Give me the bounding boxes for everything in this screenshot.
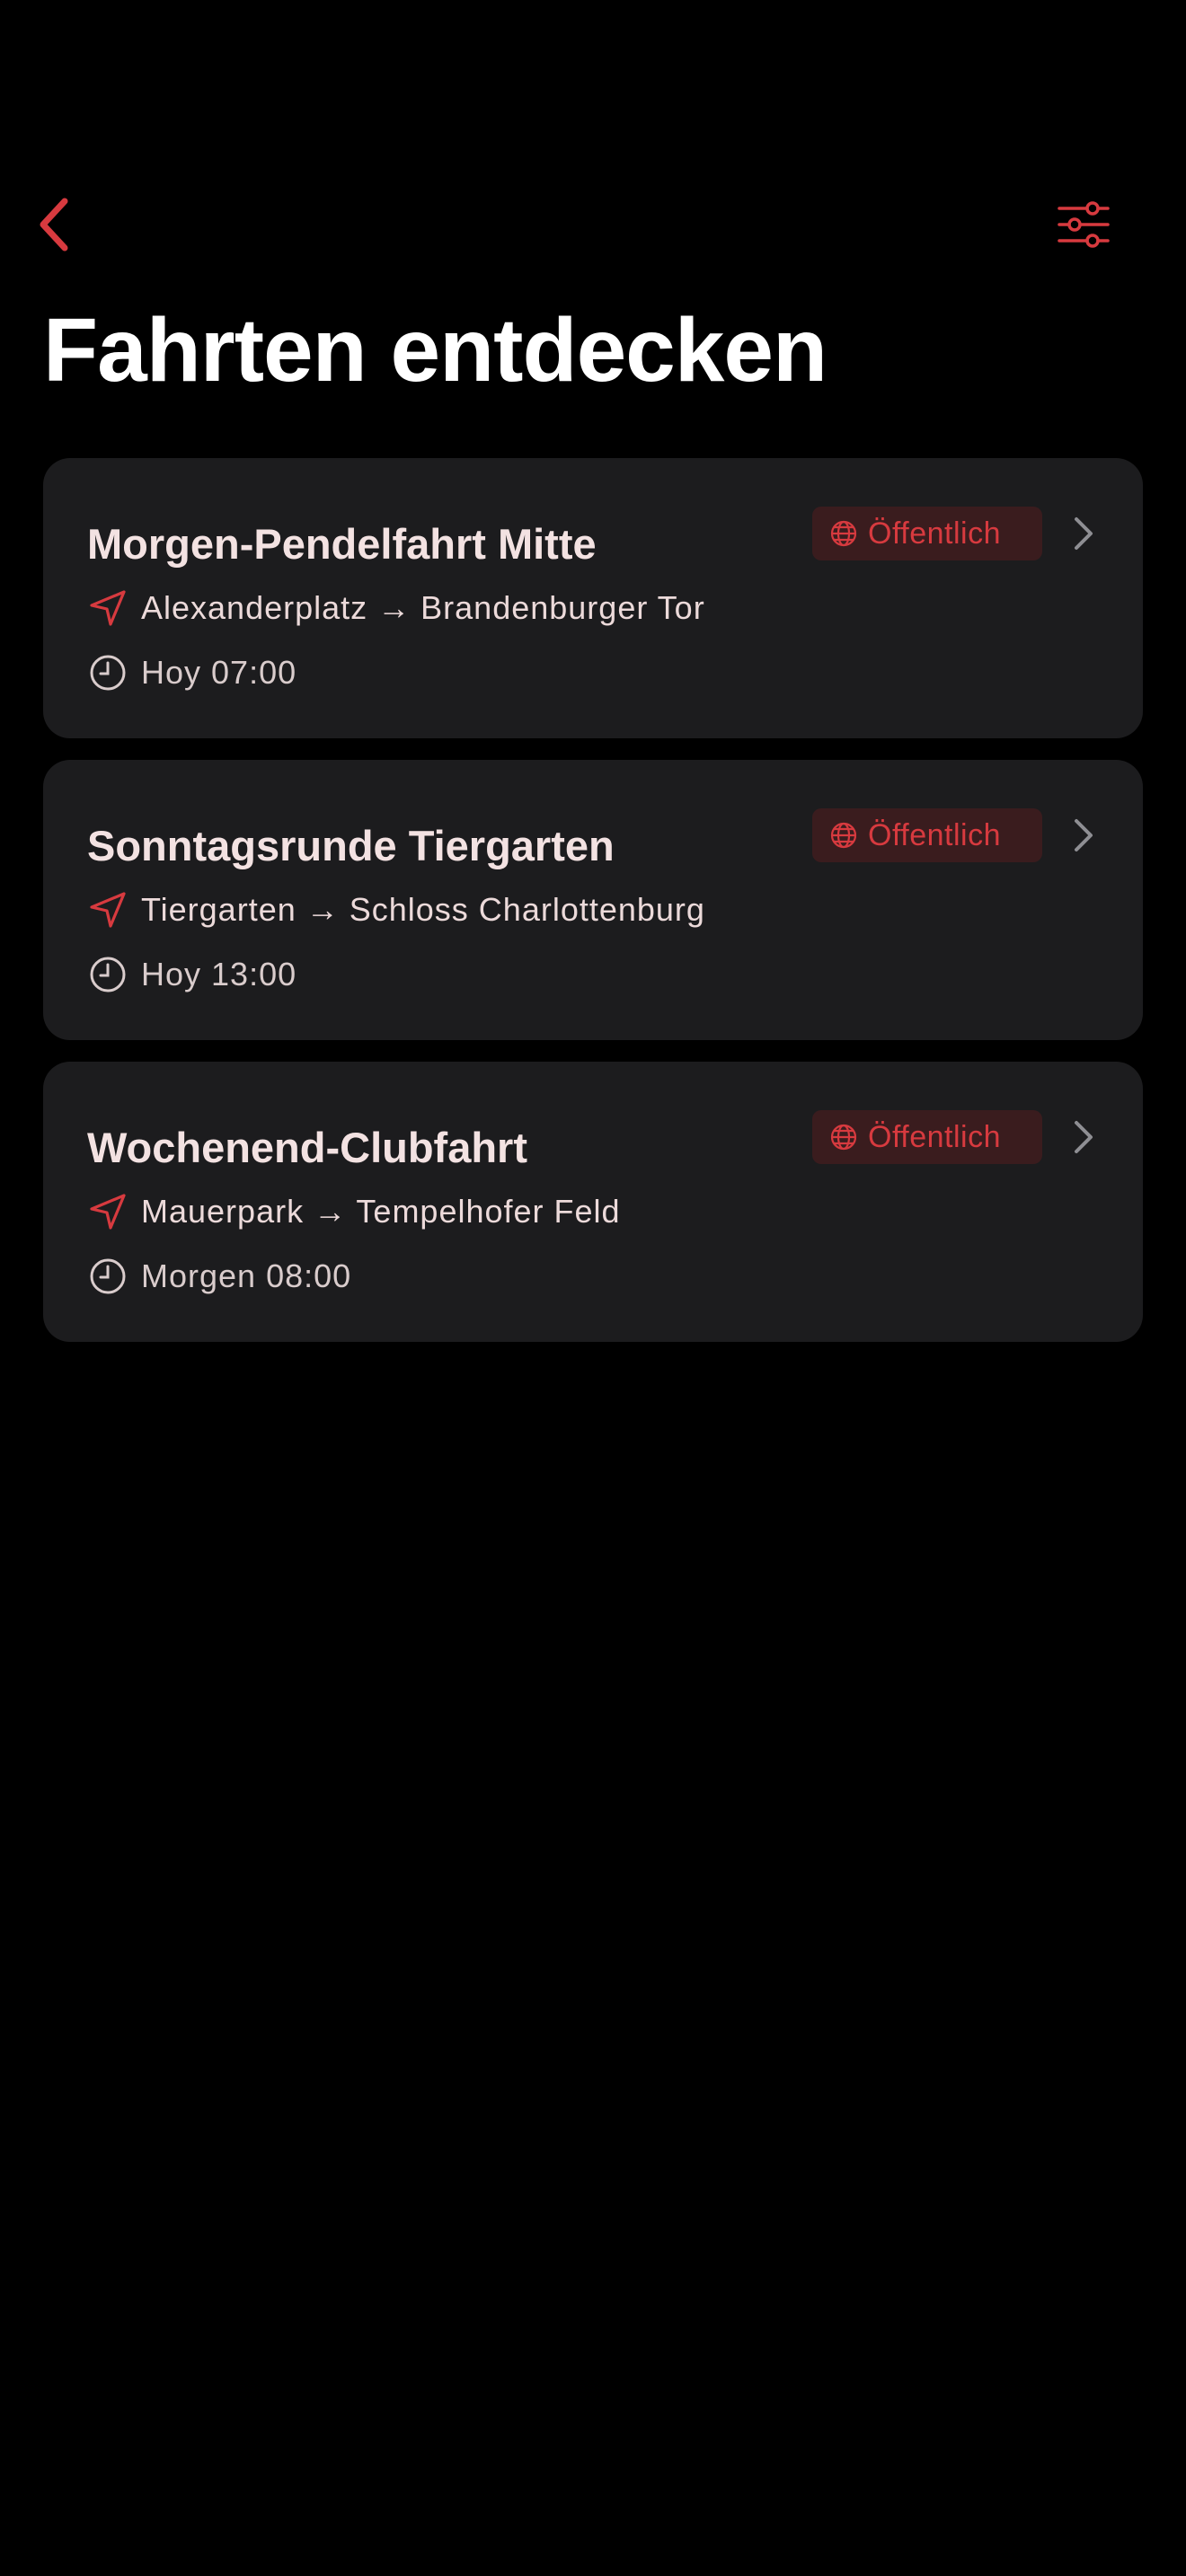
- globe-icon: [828, 518, 859, 549]
- globe-icon: [828, 820, 859, 851]
- ride-title-container: Wochenend-Clubfahrt: [87, 1103, 527, 1191]
- ride-list: Morgen-Pendelfahrt Mitte Öffentlich Alex…: [43, 458, 1143, 1363]
- route-text: Alexanderplatz → Brandenburger Tor: [141, 589, 705, 626]
- location-arrow-icon: [87, 587, 128, 629]
- route-row: Alexanderplatz → Brandenburger Tor: [87, 586, 705, 631]
- filter-button[interactable]: [1046, 194, 1121, 259]
- chevron-right-icon: [1066, 816, 1102, 855]
- time-text: Morgen 08:00: [141, 1257, 352, 1294]
- clock-icon: [87, 954, 128, 995]
- time-row: Hoy 07:00: [87, 650, 296, 695]
- sliders-icon: [1057, 200, 1111, 253]
- visibility-badge: Öffentlich: [812, 1110, 1042, 1164]
- location-arrow-icon: [87, 889, 128, 931]
- back-button[interactable]: [27, 190, 81, 262]
- page-title: Fahrten entdecken: [43, 300, 828, 401]
- ride-title: Morgen-Pendelfahrt Mitte: [87, 519, 597, 568]
- clock-icon: [87, 1256, 128, 1297]
- route-row: Mauerpark → Tempelhofer Feld: [87, 1189, 621, 1234]
- visibility-badge: Öffentlich: [812, 507, 1042, 560]
- ride-title-container: Morgen-Pendelfahrt Mitte: [87, 499, 597, 587]
- time-row: Hoy 13:00: [87, 952, 296, 997]
- ride-title: Sonntagsrunde Tiergarten: [87, 821, 615, 869]
- ride-card[interactable]: Wochenend-Clubfahrt Öffentlich Mauerpark…: [43, 1062, 1143, 1342]
- chevron-right-icon: [1066, 1117, 1102, 1157]
- clock-icon: [87, 652, 128, 693]
- chevron-right-icon: [1066, 514, 1102, 553]
- route-text: Mauerpark → Tempelhofer Feld: [141, 1193, 621, 1230]
- chevron-left-icon: [36, 196, 72, 258]
- visibility-label: Öffentlich: [868, 817, 1002, 852]
- ride-title: Wochenend-Clubfahrt: [87, 1123, 527, 1171]
- location-arrow-icon: [87, 1191, 128, 1232]
- route-row: Tiergarten → Schloss Charlottenburg: [87, 887, 705, 932]
- ride-card[interactable]: Morgen-Pendelfahrt Mitte Öffentlich Alex…: [43, 458, 1143, 738]
- visibility-label: Öffentlich: [868, 1119, 1002, 1154]
- globe-icon: [828, 1122, 859, 1152]
- visibility-label: Öffentlich: [868, 516, 1002, 551]
- visibility-badge: Öffentlich: [812, 808, 1042, 862]
- time-text: Hoy 13:00: [141, 956, 297, 992]
- time-text: Hoy 07:00: [141, 654, 297, 691]
- ride-title-container: Sonntagsrunde Tiergarten: [87, 801, 615, 889]
- time-row: Morgen 08:00: [87, 1254, 351, 1299]
- route-text: Tiergarten → Schloss Charlottenburg: [141, 891, 705, 928]
- ride-card[interactable]: Sonntagsrunde Tiergarten Öffentlich Tier…: [43, 760, 1143, 1040]
